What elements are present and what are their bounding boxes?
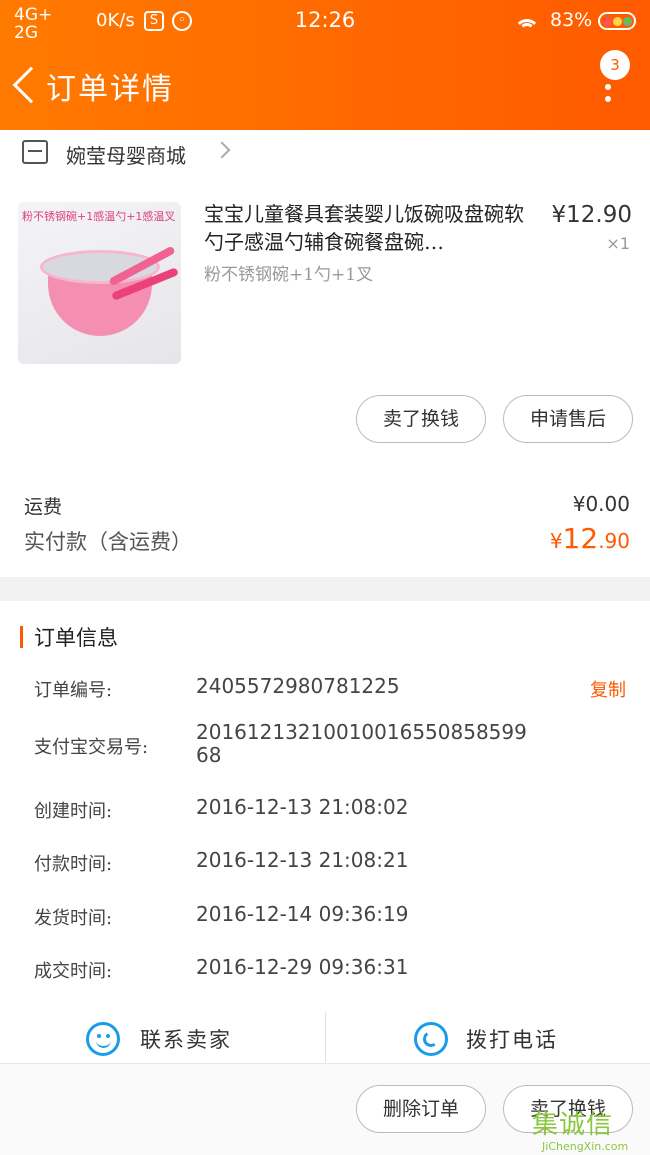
shop-row[interactable]: 婉莹母婴商城: [0, 130, 650, 176]
shipping-value: ¥0.00: [572, 492, 630, 516]
more-menu-button[interactable]: 3: [594, 48, 634, 108]
watermark-url: JiChengXin.com: [542, 1140, 629, 1153]
shipped-time-label: 发货时间:: [34, 908, 113, 929]
total-integer: 12: [562, 522, 599, 555]
notification-badge: 3: [600, 50, 630, 80]
watermark-logo: 集诚信: [532, 1110, 614, 1140]
chevron-right-icon: [213, 141, 231, 159]
page-title: 订单详情: [46, 72, 174, 107]
alipay-trade-label: 支付宝交易号:: [34, 737, 149, 758]
call-phone-label: 拨打电话: [466, 1028, 558, 1052]
product-price: ¥12.90: [551, 202, 632, 228]
order-info-panel: [0, 601, 650, 1063]
paid-time-label: 付款时间:: [34, 854, 113, 875]
total-amount: ¥12.90: [550, 522, 630, 555]
back-button[interactable]: [8, 66, 50, 106]
total-label: 实付款（含运费）: [24, 530, 192, 554]
thumbnail-caption: 粉不锈钢碗+1感温勺+1感温叉: [22, 210, 176, 223]
more-dot: [605, 84, 611, 90]
section-accent-bar: [20, 626, 23, 648]
shipped-time-value: 2016-12-14 09:36:19: [196, 902, 409, 926]
total-currency: ¥: [549, 529, 563, 553]
store-icon: [22, 140, 48, 164]
completed-time-label: 成交时间:: [34, 961, 113, 982]
created-time-value: 2016-12-13 21:08:02: [196, 795, 409, 819]
status-bar: 4G+ 2G 0K/s S ◦ 12:26 83%: [0, 0, 650, 42]
product-title[interactable]: 宝宝儿童餐具套装婴儿饭碗吸盘碗软勺子感温勺辅食碗餐盘碗…: [204, 200, 536, 256]
apply-aftersale-button[interactable]: 申请售后: [503, 395, 633, 443]
phone-icon: [414, 1022, 448, 1056]
shop-name: 婉莹母婴商城: [66, 144, 186, 168]
battery-icon: [598, 12, 636, 30]
wifi-icon: [514, 9, 540, 29]
sell-for-cash-button[interactable]: 卖了换钱: [356, 395, 486, 443]
created-time-label: 创建时间:: [34, 801, 113, 822]
copy-button[interactable]: 复制: [590, 676, 626, 702]
chat-face-icon: [86, 1022, 120, 1056]
alipay-trade-value: 20161213210010016550858599 68: [196, 720, 527, 767]
order-number-value: 2405572980781225: [196, 674, 400, 698]
call-phone-button[interactable]: 拨打电话: [326, 1012, 650, 1064]
paid-time-value: 2016-12-13 21:08:21: [196, 848, 409, 872]
completed-time-value: 2016-12-29 09:36:31: [196, 955, 409, 979]
top-header: 4G+ 2G 0K/s S ◦ 12:26 83% 订单详情 3: [0, 0, 650, 130]
order-number-label: 订单编号:: [34, 680, 113, 701]
product-quantity: ×1: [606, 234, 630, 253]
total-decimal: .90: [598, 529, 630, 553]
contact-seller-button[interactable]: 联系卖家: [0, 1012, 325, 1064]
delete-order-button[interactable]: 删除订单: [356, 1085, 486, 1133]
shipping-label: 运费: [24, 496, 63, 518]
more-dot: [605, 96, 611, 102]
product-thumbnail[interactable]: 粉不锈钢碗+1感温勺+1感温叉: [18, 202, 181, 364]
battery-percent: 83%: [550, 9, 593, 31]
order-info-title: 订单信息: [34, 626, 118, 650]
chevron-left-icon: [12, 66, 50, 104]
product-sku: 粉不锈钢碗+1勺+1叉: [204, 265, 374, 285]
contact-seller-label: 联系卖家: [140, 1028, 232, 1052]
site-watermark: 集诚信 JiChengXin.com: [532, 1102, 650, 1155]
